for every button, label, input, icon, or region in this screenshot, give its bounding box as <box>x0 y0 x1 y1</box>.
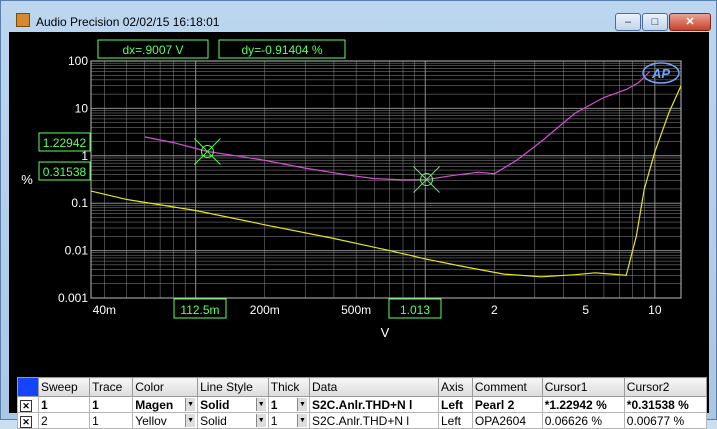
line-style-cell[interactable]: Solid ▼ <box>197 412 269 429</box>
x-tick-label: 200m <box>250 303 280 317</box>
comment-cell[interactable]: OPA2604 <box>471 412 543 429</box>
dropdown-arrow-icon[interactable]: ▼ <box>296 414 307 427</box>
y-axis-label: % <box>21 172 33 187</box>
color-value: Magen <box>135 397 174 412</box>
cursor1-cell[interactable]: 0.06626 % <box>541 412 625 429</box>
column-header-cursor2[interactable]: Cursor2 <box>623 377 708 397</box>
maximize-button[interactable]: □ <box>642 13 668 31</box>
table-row[interactable]: ✕ 2 1 Yellov ▼ Solid ▼ 1 ▼ S2C.Anlr.THD+N l… <box>17 412 708 429</box>
audio-precision-app-icon <box>16 13 30 27</box>
minimize-button[interactable]: – <box>615 13 641 31</box>
cursor2-x-readout[interactable]: 1.013 <box>400 303 430 317</box>
trace-table[interactable]: Sweep Trace Color Line Style Thick Data … <box>17 377 708 429</box>
data-cell[interactable]: S2C.Anlr.THD+N l <box>308 396 440 413</box>
row-checkbox[interactable]: ✕ <box>17 396 39 413</box>
window-title: Audio Precision 02/02/15 16:18:01 <box>36 15 220 29</box>
cursor1-y-readout[interactable]: 1.22942 <box>43 136 87 150</box>
y-tick-label: 0.01 <box>65 244 89 258</box>
thick-value: 1 <box>270 413 278 428</box>
graph-panel[interactable]: 100 10 1 0.1 0.01 0.001 40m 200m 500m 2 5 10% Vdx=.9… <box>9 32 709 429</box>
line-style-value: Solid <box>200 397 230 412</box>
color-value: Yellov <box>135 413 167 428</box>
sweep-cell[interactable]: 2 <box>37 412 91 429</box>
dropdown-arrow-icon[interactable]: ▼ <box>296 398 307 411</box>
data-cell[interactable]: S2C.Anlr.THD+N l <box>308 412 440 429</box>
table-corner-button[interactable] <box>17 377 39 397</box>
color-cell[interactable]: Magen ▼ <box>132 396 199 413</box>
column-header-thick[interactable]: Thick <box>267 377 310 397</box>
y-tick-label: 0.001 <box>58 291 88 305</box>
dropdown-arrow-icon[interactable]: ▼ <box>185 414 196 427</box>
column-header-trace[interactable]: Trace <box>89 377 134 397</box>
line-style-cell[interactable]: Solid ▼ <box>197 396 269 413</box>
column-header-cursor1[interactable]: Cursor1 <box>541 377 625 397</box>
dropdown-arrow-icon[interactable]: ▼ <box>255 398 266 411</box>
color-cell[interactable]: Yellov ▼ <box>132 412 199 429</box>
ap-logo-text: AP <box>651 66 670 81</box>
dropdown-arrow-icon[interactable]: ▼ <box>255 414 266 427</box>
thick-value: 1 <box>270 397 278 412</box>
dy-readout[interactable]: dy=-0.91404 % <box>241 43 322 57</box>
column-header-comment[interactable]: Comment <box>471 377 543 397</box>
checked-x-icon[interactable]: ✕ <box>20 399 32 412</box>
column-header-sweep[interactable]: Sweep <box>37 377 91 397</box>
column-header-color[interactable]: Color <box>132 377 199 397</box>
thick-cell[interactable]: 1 ▼ <box>267 396 310 413</box>
dx-readout[interactable]: dx=.9007 V <box>122 43 183 57</box>
x-tick-label: 500m <box>341 303 371 317</box>
trace-cell[interactable]: 1 <box>89 396 134 413</box>
sweep-cell[interactable]: 1 <box>37 396 91 413</box>
trace-cell[interactable]: 1 <box>89 412 134 429</box>
x-tick-label: 5 <box>582 303 589 317</box>
comment-cell[interactable]: Pearl 2 <box>471 396 543 413</box>
line-style-value: Solid <box>200 413 227 428</box>
x-axis-label: V <box>381 325 390 340</box>
cursor2-cell[interactable]: 0.00677 % <box>623 412 708 429</box>
column-header-axis[interactable]: Axis <box>438 377 473 397</box>
checked-x-icon[interactable]: ✕ <box>20 415 32 428</box>
y-tick-label: 100 <box>68 54 88 68</box>
app-window: Audio Precision 02/02/15 16:18:01 – □ ✕ … <box>0 0 717 429</box>
axis-cell[interactable]: Left <box>438 412 473 429</box>
cursor1-x-readout[interactable]: 112.5m <box>180 303 219 317</box>
close-button[interactable]: ✕ <box>669 13 711 31</box>
title-bar[interactable]: Audio Precision 02/02/15 16:18:01 – □ ✕ <box>1 1 716 31</box>
x-tick-label: 10 <box>648 303 662 317</box>
x-tick-label: 2 <box>491 303 498 317</box>
table-row[interactable]: ✕ 1 1 Magen ▼ Solid ▼ 1 ▼ S2C.Anlr.THD+N l … <box>17 396 708 413</box>
y-tick-label: 10 <box>75 101 89 115</box>
thd-n-chart[interactable]: 1001010.10.010.00140m 200m 500m 2 5 10%Vdx=.9… <box>9 32 709 344</box>
x-tick-label: 40m <box>93 303 116 317</box>
row-checkbox[interactable]: ✕ <box>17 412 39 429</box>
axis-cell[interactable]: Left <box>438 396 473 413</box>
cursor1-cell[interactable]: *1.22942 % <box>541 396 625 413</box>
cursor2-y-readout[interactable]: 0.31538 <box>43 165 87 179</box>
column-header-line-style[interactable]: Line Style <box>197 377 269 397</box>
y-tick-label: 0.1 <box>71 196 88 210</box>
column-header-data[interactable]: Data <box>308 377 440 397</box>
thick-cell[interactable]: 1 ▼ <box>267 412 310 429</box>
cursor2-cell[interactable]: *0.31538 % <box>623 396 708 413</box>
dropdown-arrow-icon[interactable]: ▼ <box>185 398 196 411</box>
